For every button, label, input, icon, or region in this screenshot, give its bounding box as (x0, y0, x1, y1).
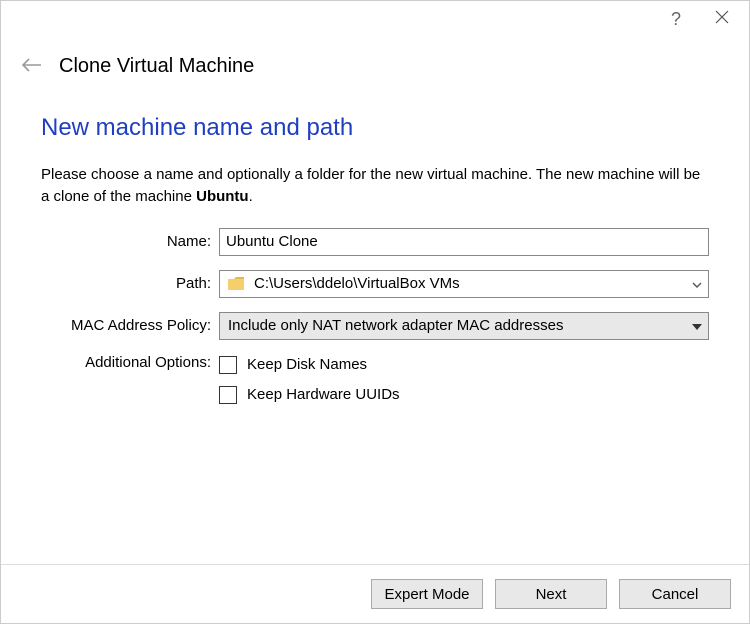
close-button[interactable] (699, 1, 745, 37)
mac-row: MAC Address Policy: Include only NAT net… (41, 312, 709, 340)
path-value: C:\Users\ddelo\VirtualBox VMs (254, 275, 686, 292)
mac-policy-selector[interactable]: Include only NAT network adapter MAC add… (219, 312, 709, 340)
intro-text: Please choose a name and optionally a fo… (41, 164, 709, 208)
keep-uuid-checkbox[interactable] (219, 386, 237, 404)
arrow-left-icon (21, 58, 43, 72)
keep-disk-option: Keep Disk Names (219, 356, 709, 374)
options-row: Additional Options: Keep Disk Names Keep… (41, 354, 709, 416)
back-button[interactable] (21, 55, 43, 78)
titlebar: ? (1, 1, 749, 47)
wizard-footer: Expert Mode Next Cancel (1, 564, 749, 623)
expert-mode-button[interactable]: Expert Mode (371, 579, 483, 609)
name-input[interactable] (219, 228, 709, 256)
keep-uuid-label: Keep Hardware UUIDs (247, 386, 400, 403)
triangle-down-icon (692, 319, 702, 333)
path-selector[interactable]: C:\Users\ddelo\VirtualBox VMs (219, 270, 709, 298)
intro-suffix: . (249, 188, 253, 205)
mac-value: Include only NAT network adapter MAC add… (228, 317, 686, 334)
next-button[interactable]: Next (495, 579, 607, 609)
name-label: Name: (41, 233, 219, 250)
name-row: Name: (41, 228, 709, 256)
wizard-content: New machine name and path Please choose … (1, 94, 749, 430)
keep-uuid-option: Keep Hardware UUIDs (219, 386, 709, 404)
intro-machine-name: Ubuntu (196, 188, 248, 205)
folder-icon (228, 277, 244, 290)
keep-disk-checkbox[interactable] (219, 356, 237, 374)
chevron-down-icon (692, 277, 702, 291)
help-icon: ? (671, 9, 681, 30)
wizard-header: Clone Virtual Machine (1, 47, 749, 94)
help-button[interactable]: ? (653, 1, 699, 37)
page-heading: New machine name and path (41, 114, 709, 142)
cancel-button[interactable]: Cancel (619, 579, 731, 609)
intro-prefix: Please choose a name and optionally a fo… (41, 166, 700, 205)
path-row: Path: C:\Users\ddelo\VirtualBox VMs (41, 270, 709, 298)
keep-disk-label: Keep Disk Names (247, 356, 367, 373)
wizard-title: Clone Virtual Machine (59, 55, 254, 78)
mac-label: MAC Address Policy: (41, 317, 219, 334)
path-label: Path: (41, 275, 219, 292)
clone-vm-dialog: ? Clone Virtual Machine New machine name… (0, 0, 750, 624)
options-label: Additional Options: (41, 354, 219, 371)
close-icon (715, 10, 729, 29)
